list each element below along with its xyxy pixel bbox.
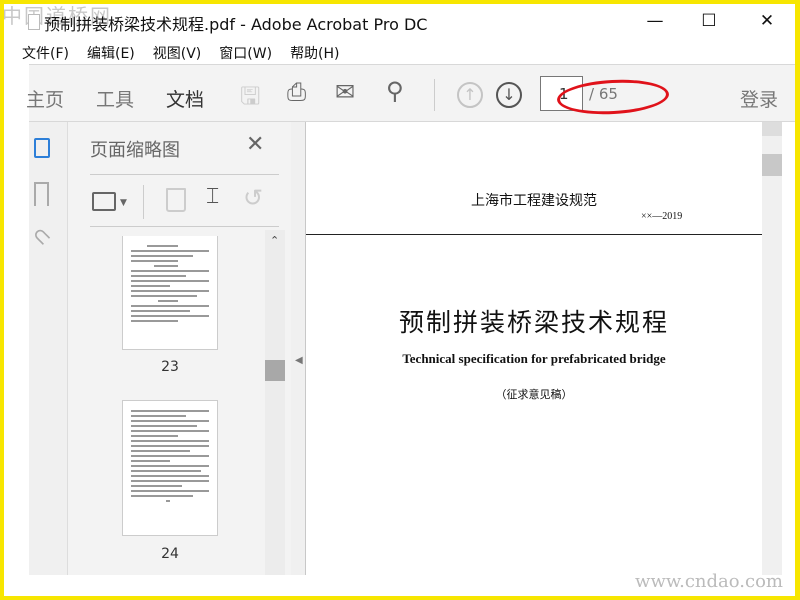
document-page: 上海市工程建设规范 ××—2019 预制拼装桥梁技术规程 Technical s… <box>306 122 762 575</box>
doc-title: 预制拼装桥梁技术规程 <box>398 308 669 337</box>
previous-page-icon[interactable]: ↑ <box>457 82 483 108</box>
panel-splitter[interactable]: ◀ <box>291 122 306 575</box>
menu-window[interactable]: 窗口(W) <box>219 43 272 63</box>
scroll-up-button[interactable] <box>762 122 782 136</box>
menu-bar: 文件(F) 编辑(E) 视图(V) 窗口(W) 帮助(H) <box>22 43 358 63</box>
thumbnail-page-23[interactable] <box>122 236 218 350</box>
pdf-file-icon <box>28 14 40 30</box>
thumbnails-panel: 页面缩略图 ✕ ▼ ⌶ ↺ 23 24 ⌃ <box>67 122 291 575</box>
toolbar: 主页 工具 文档 🖫 ⎙ ✉ ⚲ ↑ ↓ 1 / 65 登录 <box>26 64 795 125</box>
tab-document[interactable]: 文档 <box>166 85 205 125</box>
acrobat-window: 中国道桥网 预制拼装桥梁技术规程.pdf - Adobe Acrobat Pro… <box>4 4 795 596</box>
panel-close-button[interactable]: ✕ <box>246 132 264 157</box>
search-icon[interactable]: ⚲ <box>386 77 404 105</box>
next-page-icon[interactable]: ↓ <box>496 82 522 108</box>
tab-home[interactable]: 主页 <box>26 85 64 112</box>
thumbnail-label: 23 <box>161 359 179 375</box>
thumbnail-label: 24 <box>161 546 179 562</box>
thumbnail-options-icon[interactable] <box>92 192 116 211</box>
doc-status: （征求意见稿） <box>495 388 573 401</box>
rotate-page-icon[interactable]: ↺ <box>243 184 263 212</box>
minimize-button[interactable]: — <box>632 8 678 34</box>
menu-edit[interactable]: 编辑(E) <box>87 43 135 63</box>
delete-page-icon[interactable] <box>166 188 186 212</box>
menu-file[interactable]: 文件(F) <box>22 43 69 63</box>
menu-help[interactable]: 帮助(H) <box>290 43 339 63</box>
scrollbar-thumb[interactable] <box>265 360 285 381</box>
attachment-icon[interactable]: ⊂ <box>26 221 57 252</box>
tab-tools[interactable]: 工具 <box>96 85 134 112</box>
dropdown-arrow-icon[interactable]: ▼ <box>120 198 127 208</box>
panel-toolbar-divider <box>143 185 144 219</box>
bookmark-icon[interactable] <box>34 182 49 206</box>
sign-in-link[interactable]: 登录 <box>740 85 778 112</box>
header-rule <box>306 234 762 235</box>
scrollbar-thumb[interactable] <box>762 154 782 176</box>
maximize-button[interactable]: ☐ <box>686 8 732 34</box>
thumbnail-page-24[interactable] <box>122 400 218 536</box>
save-icon[interactable]: 🖫 <box>240 79 260 120</box>
collapse-panel-icon[interactable]: ◀ <box>295 355 303 366</box>
email-icon[interactable]: ✉ <box>335 78 355 106</box>
print-icon[interactable]: ⎙ <box>287 78 306 106</box>
thumbnail-scrollbar[interactable]: ⌃ <box>265 230 285 575</box>
scroll-up-icon[interactable]: ⌃ <box>270 234 279 247</box>
page-thumbnails-icon[interactable] <box>34 138 50 158</box>
toolbar-divider <box>434 79 435 111</box>
doc-header: 上海市工程建设规范 <box>471 193 597 209</box>
close-button[interactable]: ✕ <box>744 8 790 34</box>
panel-divider <box>90 226 279 227</box>
document-scrollbar[interactable] <box>762 122 782 575</box>
doc-code: ××—2019 <box>641 211 683 222</box>
panel-title: 页面缩略图 <box>90 140 180 161</box>
watermark-url: www.cndao.com <box>635 571 783 592</box>
navigation-rail: ⊂ <box>26 122 67 575</box>
insert-page-icon[interactable]: ⌶ <box>206 184 219 209</box>
menu-view[interactable]: 视图(V) <box>153 43 202 63</box>
window-title: 预制拼装桥梁技术规程.pdf - Adobe Acrobat Pro DC <box>44 15 428 34</box>
doc-subtitle: Technical specification for prefabricate… <box>402 351 666 366</box>
panel-divider <box>90 174 279 175</box>
